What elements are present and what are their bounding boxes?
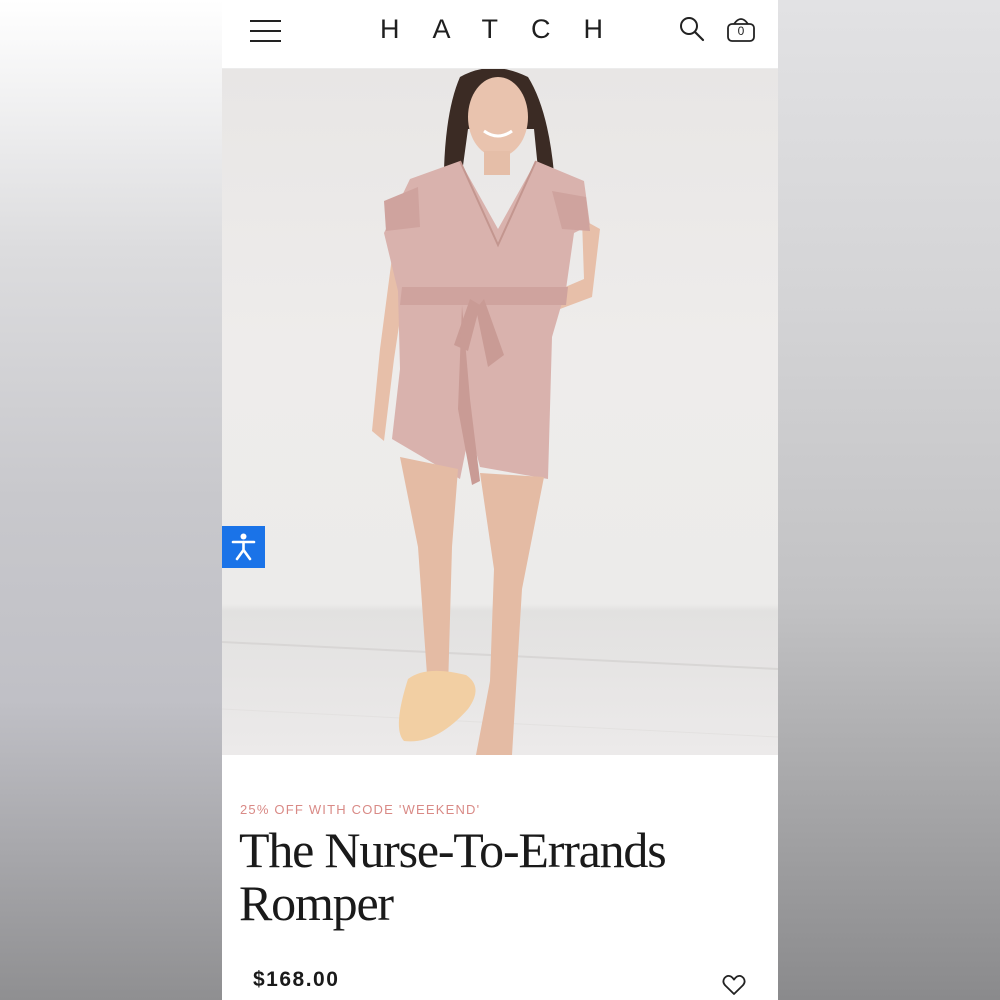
product-page: HATCH 0 25% OFF WITH CODE 'WEEKEND' The …	[222, 0, 778, 1000]
search-icon[interactable]	[678, 15, 706, 43]
heart-outline-icon[interactable]	[722, 974, 746, 996]
product-hero-image	[222, 69, 778, 755]
right-blurred-background	[778, 0, 1000, 1000]
cart-count: 0	[737, 24, 745, 38]
product-price: $168.00	[253, 968, 340, 991]
site-header: HATCH 0	[222, 0, 778, 69]
left-blurred-background	[0, 0, 222, 1000]
promo-banner: 25% OFF WITH CODE 'WEEKEND'	[240, 802, 481, 817]
shopping-basket-icon[interactable]: 0	[724, 14, 758, 44]
accessibility-person-icon[interactable]	[222, 526, 265, 568]
model-photo	[222, 69, 778, 755]
product-title: The Nurse-To-Errands Romper	[239, 822, 667, 931]
